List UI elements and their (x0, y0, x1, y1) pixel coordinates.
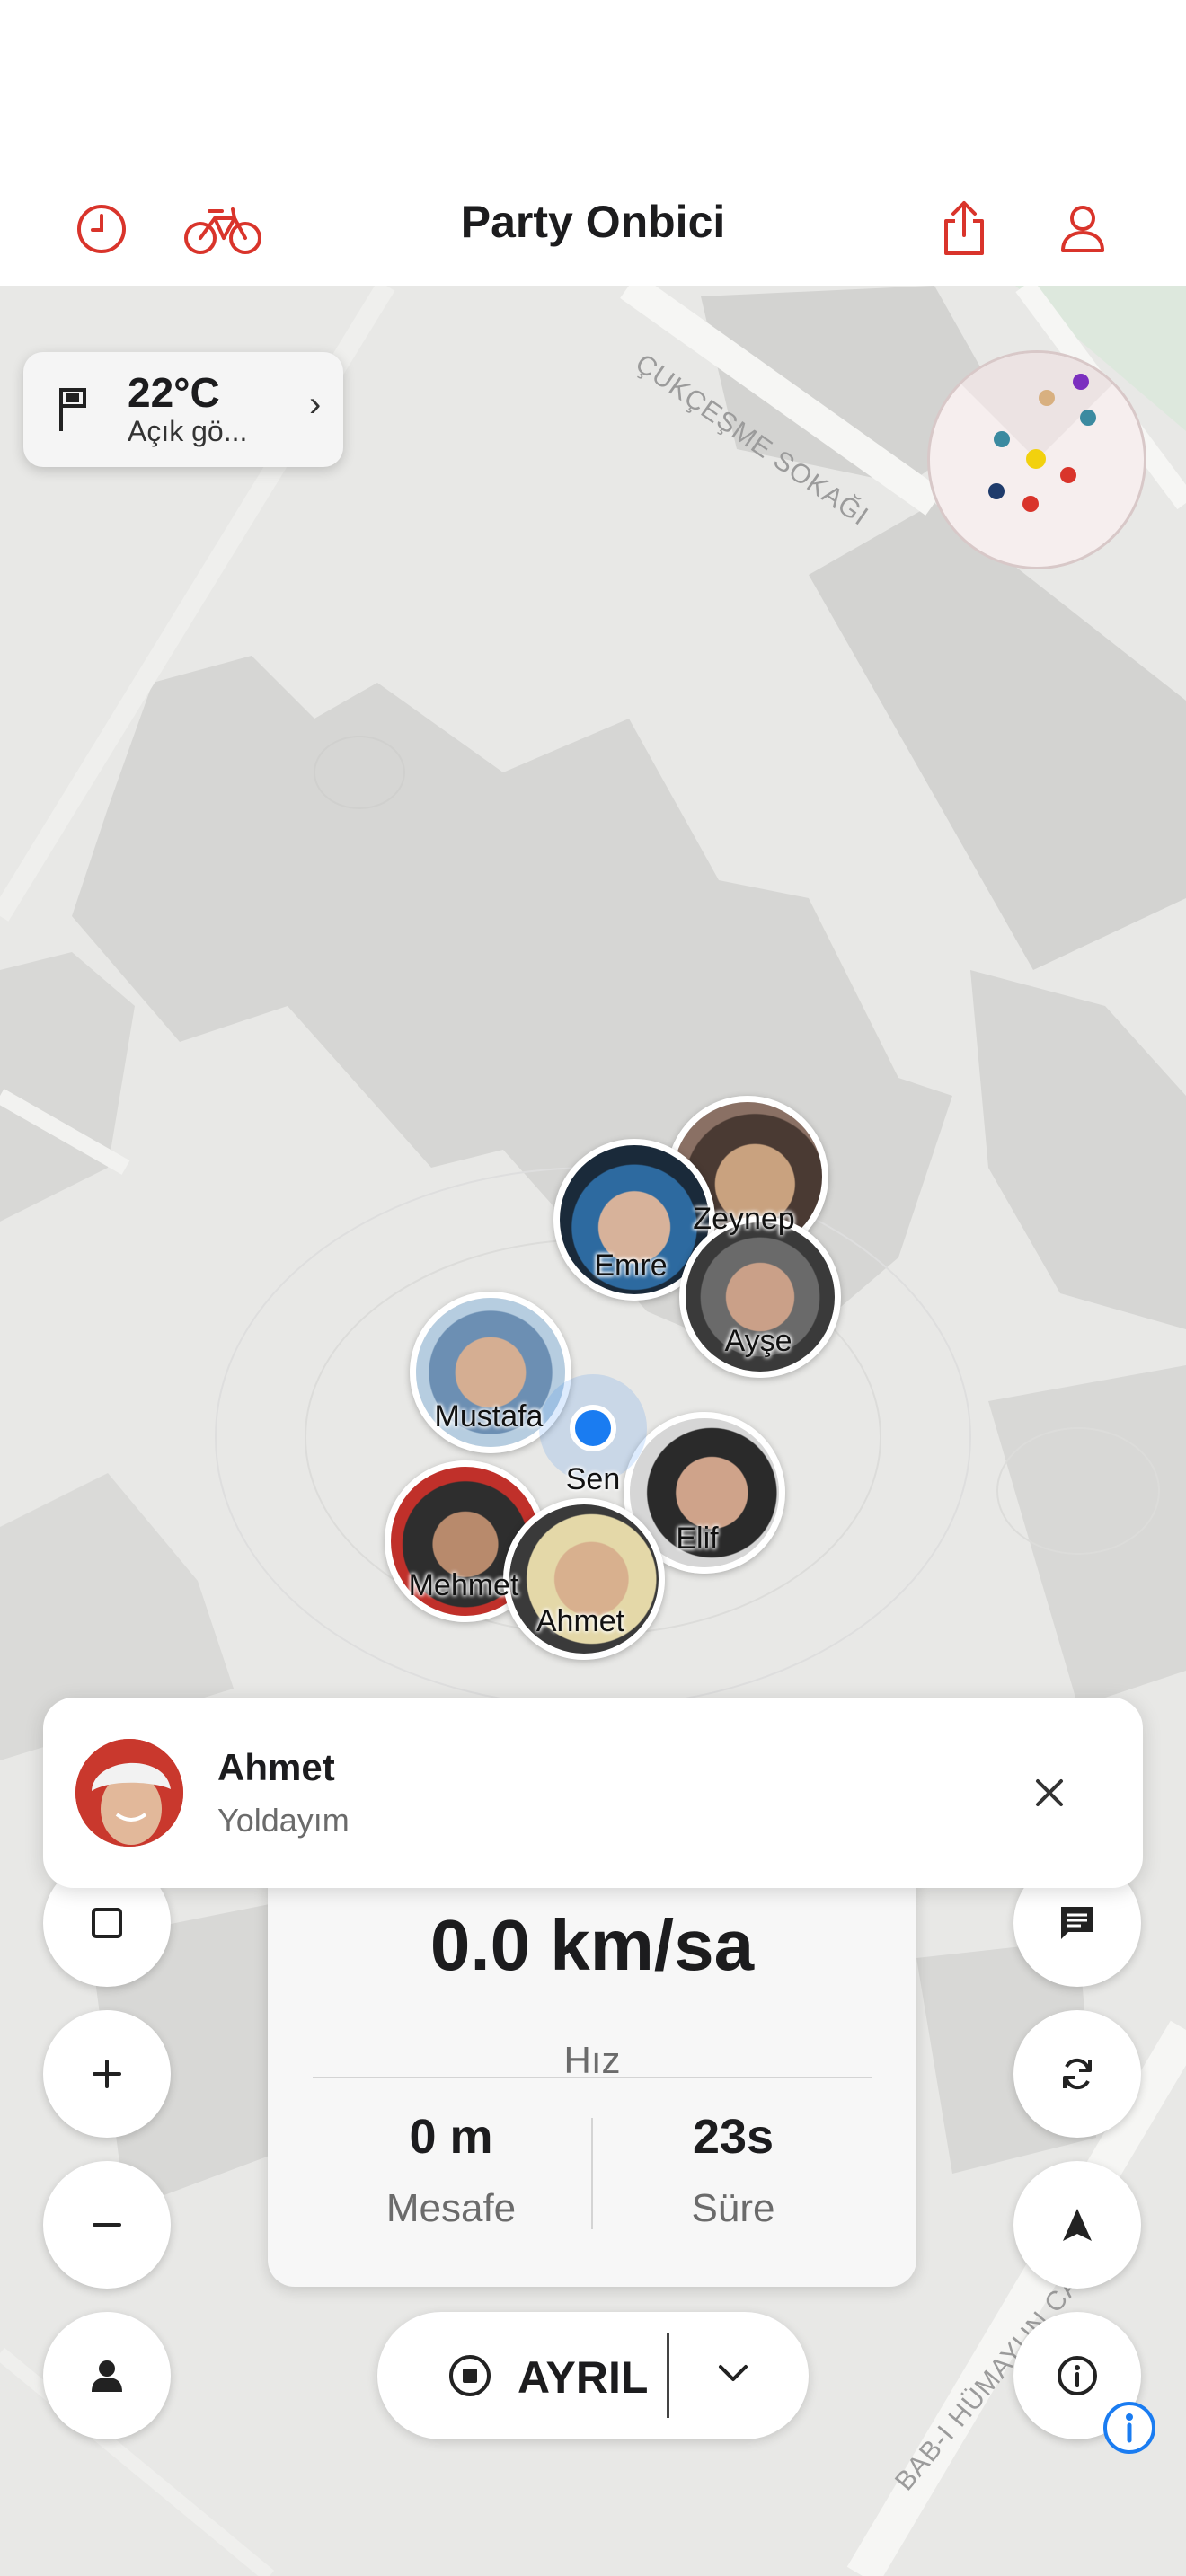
rider-radar[interactable] (927, 350, 1146, 569)
refresh-button[interactable] (1013, 2010, 1141, 2138)
divider (591, 2118, 593, 2229)
zoom-out-button[interactable] (43, 2161, 171, 2289)
message-toast[interactable]: Ahmet Yoldayım (43, 1698, 1143, 1888)
my-location-label: Sen (565, 1462, 621, 1496)
rider-label: Emre (594, 1248, 668, 1283)
rider-label: Mehmet (408, 1568, 519, 1602)
speed-value: 0.0 km/sa (429, 1905, 755, 1985)
toast-close-button[interactable] (1013, 1757, 1085, 1829)
weather-widget[interactable]: 22°C Açık gö... › (23, 352, 343, 467)
toast-sender: Ahmet (217, 1746, 335, 1788)
share-button[interactable] (924, 189, 1005, 269)
profile-button[interactable] (1042, 189, 1123, 269)
radar-sweep (930, 353, 1144, 512)
duration-label: Süre (691, 2186, 775, 2230)
leave-party-control: AYRIL (377, 2312, 809, 2439)
chat-icon (1061, 1907, 1093, 1939)
radar-dot (1060, 467, 1076, 483)
rider-label: Elif (676, 1522, 719, 1556)
radar-dot (988, 483, 1005, 499)
radar-dot (1026, 449, 1046, 469)
my-location-dot[interactable] (570, 1405, 616, 1451)
share-icon (944, 201, 984, 255)
info-circle-icon (1103, 2402, 1155, 2454)
app-header: Party Onbici (0, 0, 1186, 286)
navigation-arrow-icon (1063, 2209, 1092, 2241)
ride-stats-panel: 0.0 km/sa Hız 0 m Mesafe 23s Süre (268, 1877, 916, 2287)
square-icon (92, 1908, 122, 1938)
separator (667, 2333, 669, 2418)
distance-value: 0 m (409, 2110, 493, 2164)
duration-value: 23s (692, 2110, 774, 2164)
radar-dot (1022, 496, 1039, 512)
refresh-icon (1063, 2058, 1092, 2090)
stop-circle-icon (449, 2355, 491, 2396)
center-on-me-button[interactable] (43, 2312, 171, 2439)
close-icon (1036, 1779, 1063, 1806)
info-icon (1058, 2356, 1097, 2395)
radar-dot (1039, 390, 1055, 406)
profile-icon (1061, 206, 1104, 252)
plus-icon (93, 2060, 121, 2088)
weather-condition: Açık gö... (128, 415, 248, 447)
flag-icon (59, 388, 86, 431)
avatar-photo (75, 1739, 183, 1847)
rider-label: Mustafa (434, 1399, 544, 1434)
radar-dot (994, 431, 1010, 447)
distance-label: Mesafe (385, 2186, 517, 2230)
rider-label: Ahmet (535, 1604, 625, 1638)
chevron-right-icon: › (309, 384, 322, 424)
toast-avatar (75, 1739, 183, 1847)
map-attribution-button[interactable] (1102, 2400, 1157, 2456)
divider (313, 2077, 872, 2078)
radar-dot (1080, 410, 1096, 426)
radar-dot (1073, 374, 1089, 390)
speed-label: Hız (563, 2039, 621, 2081)
minus-icon (93, 2223, 121, 2227)
toast-message: Yoldayım (217, 1802, 350, 1839)
rider-label: Ayşe (724, 1324, 792, 1358)
person-icon (92, 2360, 122, 2392)
leave-button[interactable]: AYRIL (518, 2351, 648, 2404)
navigate-button[interactable] (1013, 2161, 1141, 2289)
chevron-down-icon[interactable] (713, 2353, 753, 2393)
rider-label: Zeynep (693, 1202, 795, 1236)
zoom-in-button[interactable] (43, 2010, 171, 2138)
temperature: 22°C (128, 369, 220, 416)
page-title: Party Onbici (460, 197, 726, 247)
